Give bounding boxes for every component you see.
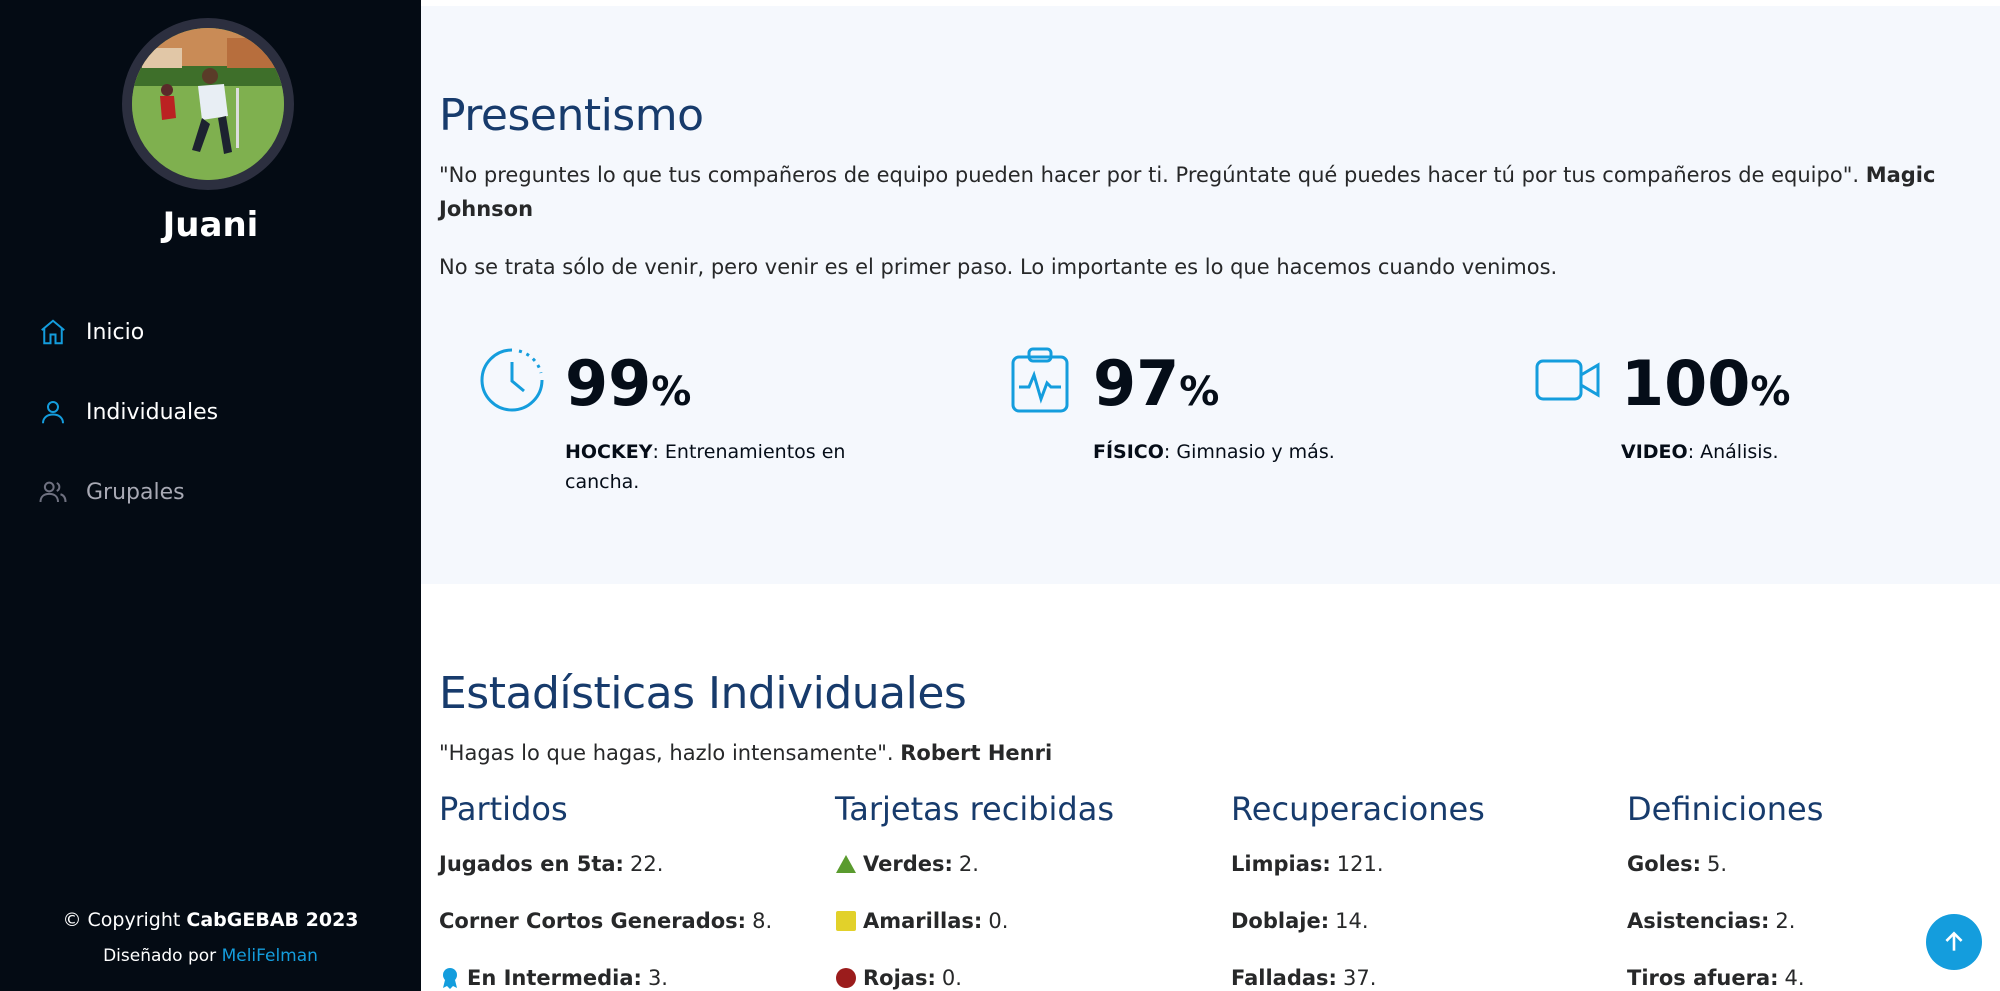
- stat-item: Limpias: 121.: [1231, 846, 1621, 903]
- nav-item-label: Grupales: [86, 479, 185, 505]
- stat-item: En Intermedia: 3.: [439, 960, 829, 991]
- stats-column-title: Tarjetas recibidas: [835, 790, 1115, 828]
- nav-item-individuales[interactable]: Individuales: [38, 392, 218, 432]
- credits-link[interactable]: MeliFelman: [222, 946, 318, 966]
- sidebar: Juani Inicio Individuales Grupales © Cop…: [0, 0, 421, 991]
- stat-value: 4.: [1784, 966, 1805, 990]
- back-to-top-button[interactable]: [1926, 914, 1982, 970]
- copyright-brand: CabGEBAB 2023: [186, 909, 359, 931]
- stat-item: Corner Cortos Generados: 8.: [439, 903, 829, 960]
- counter-value: 99%: [565, 349, 691, 427]
- clock-icon: [480, 348, 544, 412]
- profile-avatar: [122, 18, 294, 190]
- stat-value: 0.: [988, 909, 1009, 933]
- yellow-card-icon: [836, 911, 856, 931]
- counter-number: 100: [1621, 347, 1751, 420]
- counter-hockey: 99% HOCKEY: Entrenamientos en cancha.: [479, 345, 949, 505]
- people-icon: [39, 481, 67, 503]
- copyright-prefix: © Copyright: [62, 909, 187, 931]
- stats-column-title: Definiciones: [1627, 790, 1824, 828]
- counter-number: 99: [565, 347, 652, 420]
- copyright: © Copyright CabGEBAB 2023: [0, 909, 421, 931]
- stat-label: Jugados en 5ta:: [439, 852, 624, 876]
- stat-value: 0.: [941, 966, 962, 990]
- stat-value: 3.: [647, 966, 668, 990]
- stat-value: 2.: [1775, 909, 1796, 933]
- green-triangle-icon: [836, 855, 856, 873]
- red-circle-icon: [836, 968, 856, 988]
- nav-item-label: Individuales: [86, 399, 219, 425]
- medal-icon: [443, 968, 457, 989]
- counter-label: VIDEO: [1621, 441, 1688, 463]
- stat-label: Limpias:: [1231, 852, 1331, 876]
- stats-column-title: Partidos: [439, 790, 568, 828]
- estadisticas-title: Estadísticas Individuales: [439, 668, 967, 719]
- arrow-up-icon: [1945, 931, 1963, 951]
- quote-text: "Hagas lo que hagas, hazlo intensamente"…: [439, 741, 901, 765]
- counter-unit: %: [651, 369, 692, 415]
- counter-number: 97: [1093, 347, 1180, 420]
- stat-label: Corner Cortos Generados:: [439, 909, 747, 933]
- presentismo-subtitle: No se trata sólo de venir, pero venir es…: [439, 255, 1558, 279]
- counter-desc-text: : Análisis.: [1687, 441, 1779, 463]
- stat-label: Amarillas:: [863, 909, 983, 933]
- estadisticas-quote: "Hagas lo que hagas, hazlo intensamente"…: [439, 736, 1979, 770]
- stats-column-recuperaciones: Recuperaciones Limpias: 121. Doblaje: 14…: [1231, 790, 1621, 991]
- counter-description: VIDEO: Análisis.: [1621, 437, 1941, 467]
- presentismo-quote: "No preguntes lo que tus compañeros de e…: [439, 158, 1979, 226]
- stat-value: 22.: [629, 852, 664, 876]
- stat-label: Tiros afuera:: [1627, 966, 1779, 990]
- stat-item: Goles: 5.: [1627, 846, 2000, 903]
- stat-label: Verdes:: [863, 852, 953, 876]
- stat-value: 14.: [1335, 909, 1369, 933]
- stat-label: Asistencias:: [1627, 909, 1770, 933]
- stat-item: Rojas: 0.: [835, 960, 1225, 991]
- nav-item-grupales[interactable]: Grupales: [38, 472, 185, 512]
- quote-text: "No preguntes lo que tus compañeros de e…: [439, 163, 1866, 187]
- counter-unit: %: [1750, 369, 1791, 415]
- credits-prefix: Diseñado por: [103, 946, 222, 966]
- profile-photo: [132, 28, 284, 180]
- stat-value: 2.: [958, 852, 979, 876]
- stat-item: Jugados en 5ta: 22.: [439, 846, 829, 903]
- stat-label: Rojas:: [863, 966, 936, 990]
- main-content: Presentismo "No preguntes lo que tus com…: [421, 0, 2000, 991]
- profile-name: Juani: [162, 205, 259, 245]
- person-icon: [42, 401, 64, 424]
- counter-desc-text: : Gimnasio y más.: [1163, 441, 1335, 463]
- counter-unit: %: [1179, 369, 1220, 415]
- stat-item: Falladas: 37.: [1231, 960, 1621, 991]
- presentismo-title: Presentismo: [439, 90, 704, 141]
- counter-label: FÍSICO: [1093, 441, 1164, 463]
- credits: Diseñado por MeliFelman: [0, 946, 421, 966]
- counter-value: 97%: [1093, 349, 1219, 427]
- stat-label: Doblaje:: [1231, 909, 1330, 933]
- stat-value: 37.: [1342, 966, 1377, 990]
- stat-item: Doblaje: 14.: [1231, 903, 1621, 960]
- stats-column-title: Recuperaciones: [1231, 790, 1485, 828]
- counter-value: 100%: [1621, 349, 1791, 427]
- video-camera-icon: [1535, 359, 1600, 401]
- quote-author: Robert Henri: [900, 741, 1053, 765]
- counter-description: HOCKEY: Entrenamientos en cancha.: [565, 437, 885, 497]
- stat-label: Falladas:: [1231, 966, 1337, 990]
- stats-column-partidos: Partidos Jugados en 5ta: 22. Corner Cort…: [439, 790, 829, 991]
- counter-fisico: 97% FÍSICO: Gimnasio y más.: [1007, 345, 1477, 505]
- stat-label: En Intermedia:: [467, 966, 642, 990]
- clipboard-pulse-icon: [1011, 347, 1069, 413]
- stat-value: 121.: [1336, 852, 1384, 876]
- stat-item: Verdes: 2.: [835, 846, 1225, 903]
- counter-description: FÍSICO: Gimnasio y más.: [1093, 437, 1413, 467]
- stats-column-tarjetas: Tarjetas recibidas Verdes: 2. Amarillas:…: [835, 790, 1225, 991]
- home-icon: [41, 319, 65, 345]
- counter-label: HOCKEY: [565, 441, 653, 463]
- nav-item-label: Inicio: [86, 319, 145, 345]
- nav-item-inicio[interactable]: Inicio: [38, 312, 144, 352]
- counter-video: 100% VIDEO: Análisis.: [1535, 345, 2000, 505]
- stat-value: 8.: [752, 909, 773, 933]
- stat-item: Amarillas: 0.: [835, 903, 1225, 960]
- stat-label: Goles:: [1627, 852, 1702, 876]
- stat-value: 5.: [1707, 852, 1728, 876]
